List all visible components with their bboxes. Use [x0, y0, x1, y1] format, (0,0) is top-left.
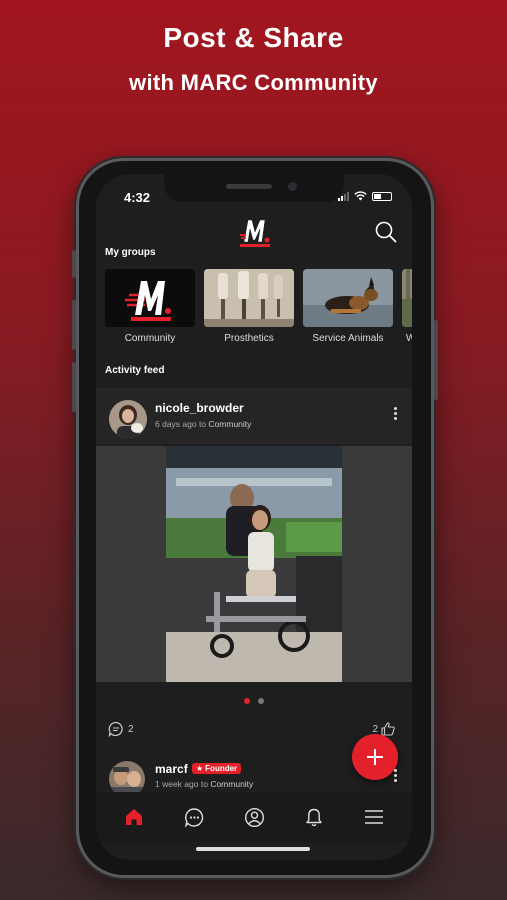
group-label: Community — [124, 333, 176, 344]
home-icon — [126, 809, 142, 825]
carousel-dot-active[interactable] — [244, 698, 250, 704]
group-thumbnail — [105, 269, 195, 327]
group-community[interactable]: Community — [105, 269, 195, 344]
post-time: 1 week ago to — [155, 779, 208, 789]
post-options-icon[interactable] — [394, 407, 398, 420]
status-time: 4:32 — [124, 190, 151, 205]
phone-volume-up — [72, 300, 76, 350]
post-media[interactable] — [96, 446, 412, 682]
post-options-icon[interactable] — [394, 769, 398, 782]
carousel-indicator[interactable] — [244, 698, 264, 704]
tab-menu[interactable] — [357, 800, 391, 834]
home-indicator[interactable] — [196, 847, 310, 851]
post-time: 6 days ago to — [155, 419, 207, 429]
group-label: W — [406, 333, 412, 344]
marc-logo-icon — [125, 281, 171, 321]
bell-icon — [306, 808, 322, 826]
wifi-icon — [354, 191, 367, 201]
phone-notch — [164, 174, 344, 202]
tab-notifications[interactable] — [297, 800, 331, 834]
group-prosthetics[interactable]: Prosthetics — [204, 269, 294, 344]
post-username[interactable]: nicole_browder — [155, 401, 244, 415]
post-group-link[interactable]: Community — [210, 779, 253, 789]
group-partial[interactable]: W — [402, 269, 412, 344]
group-thumbnail — [402, 269, 412, 327]
group-thumbnail — [303, 269, 393, 327]
menu-icon — [365, 810, 383, 824]
post-meta: 6 days ago to Community — [155, 419, 251, 429]
profile-icon — [244, 807, 264, 827]
comment-icon — [108, 721, 123, 737]
tab-messages[interactable] — [177, 800, 211, 834]
speaker-grille — [226, 184, 272, 189]
german-shepherd-image — [303, 269, 393, 327]
comment-count: 2 — [128, 723, 134, 735]
group-service-animals[interactable]: Service Animals — [303, 269, 393, 344]
group-label: Prosthetics — [224, 333, 274, 344]
phone-volume-down — [72, 362, 76, 412]
group-label: Service Animals — [312, 333, 384, 344]
promo-title: Post & Share — [163, 22, 344, 53]
prosthetic-legs-image — [204, 269, 294, 327]
group-thumbnail — [204, 269, 294, 327]
tab-profile[interactable] — [237, 800, 271, 834]
status-icons — [338, 191, 392, 201]
star-icon: ★ — [196, 764, 204, 773]
groups-carousel[interactable]: Community Prosthetics Service Animals W — [105, 269, 412, 344]
search-icon[interactable] — [374, 220, 398, 244]
avatar-image — [109, 400, 147, 438]
founder-badge: ★ Founder — [192, 763, 242, 774]
create-post-button[interactable] — [352, 734, 398, 780]
front-camera — [288, 182, 297, 191]
activity-feed-heading: Activity feed — [105, 365, 165, 376]
signal-icon — [338, 191, 349, 201]
post-header[interactable]: nicole_browder 6 days ago to Community — [96, 388, 412, 444]
my-groups-heading: My groups — [105, 247, 156, 258]
post-meta: 1 week ago to Community — [155, 779, 253, 789]
group-thumbnail-image — [402, 269, 412, 327]
tab-home[interactable] — [117, 800, 151, 834]
app-screen: 4:32 My groups Community Prosthetics Ser… — [96, 174, 412, 860]
chat-icon — [184, 807, 203, 828]
badge-label: Founder — [205, 764, 238, 773]
promo-subtitle: with MARC Community — [129, 70, 378, 95]
phone-mute-switch — [72, 250, 76, 278]
like-count: 2 — [372, 723, 378, 735]
avatar[interactable] — [109, 400, 147, 438]
stadium-photo — [166, 446, 342, 682]
marc-logo-icon[interactable] — [238, 216, 272, 248]
tab-bar — [96, 792, 412, 842]
plus-icon — [367, 749, 383, 765]
promo-headline: Post & Share with MARC Community — [0, 22, 507, 96]
post-photo — [166, 446, 342, 682]
post-username[interactable]: marcf — [155, 762, 188, 776]
post-group-link[interactable]: Community — [208, 419, 251, 429]
battery-icon — [372, 191, 392, 201]
carousel-dot[interactable] — [258, 698, 264, 704]
comments-button[interactable]: 2 — [108, 721, 134, 737]
phone-power-button — [434, 320, 438, 400]
